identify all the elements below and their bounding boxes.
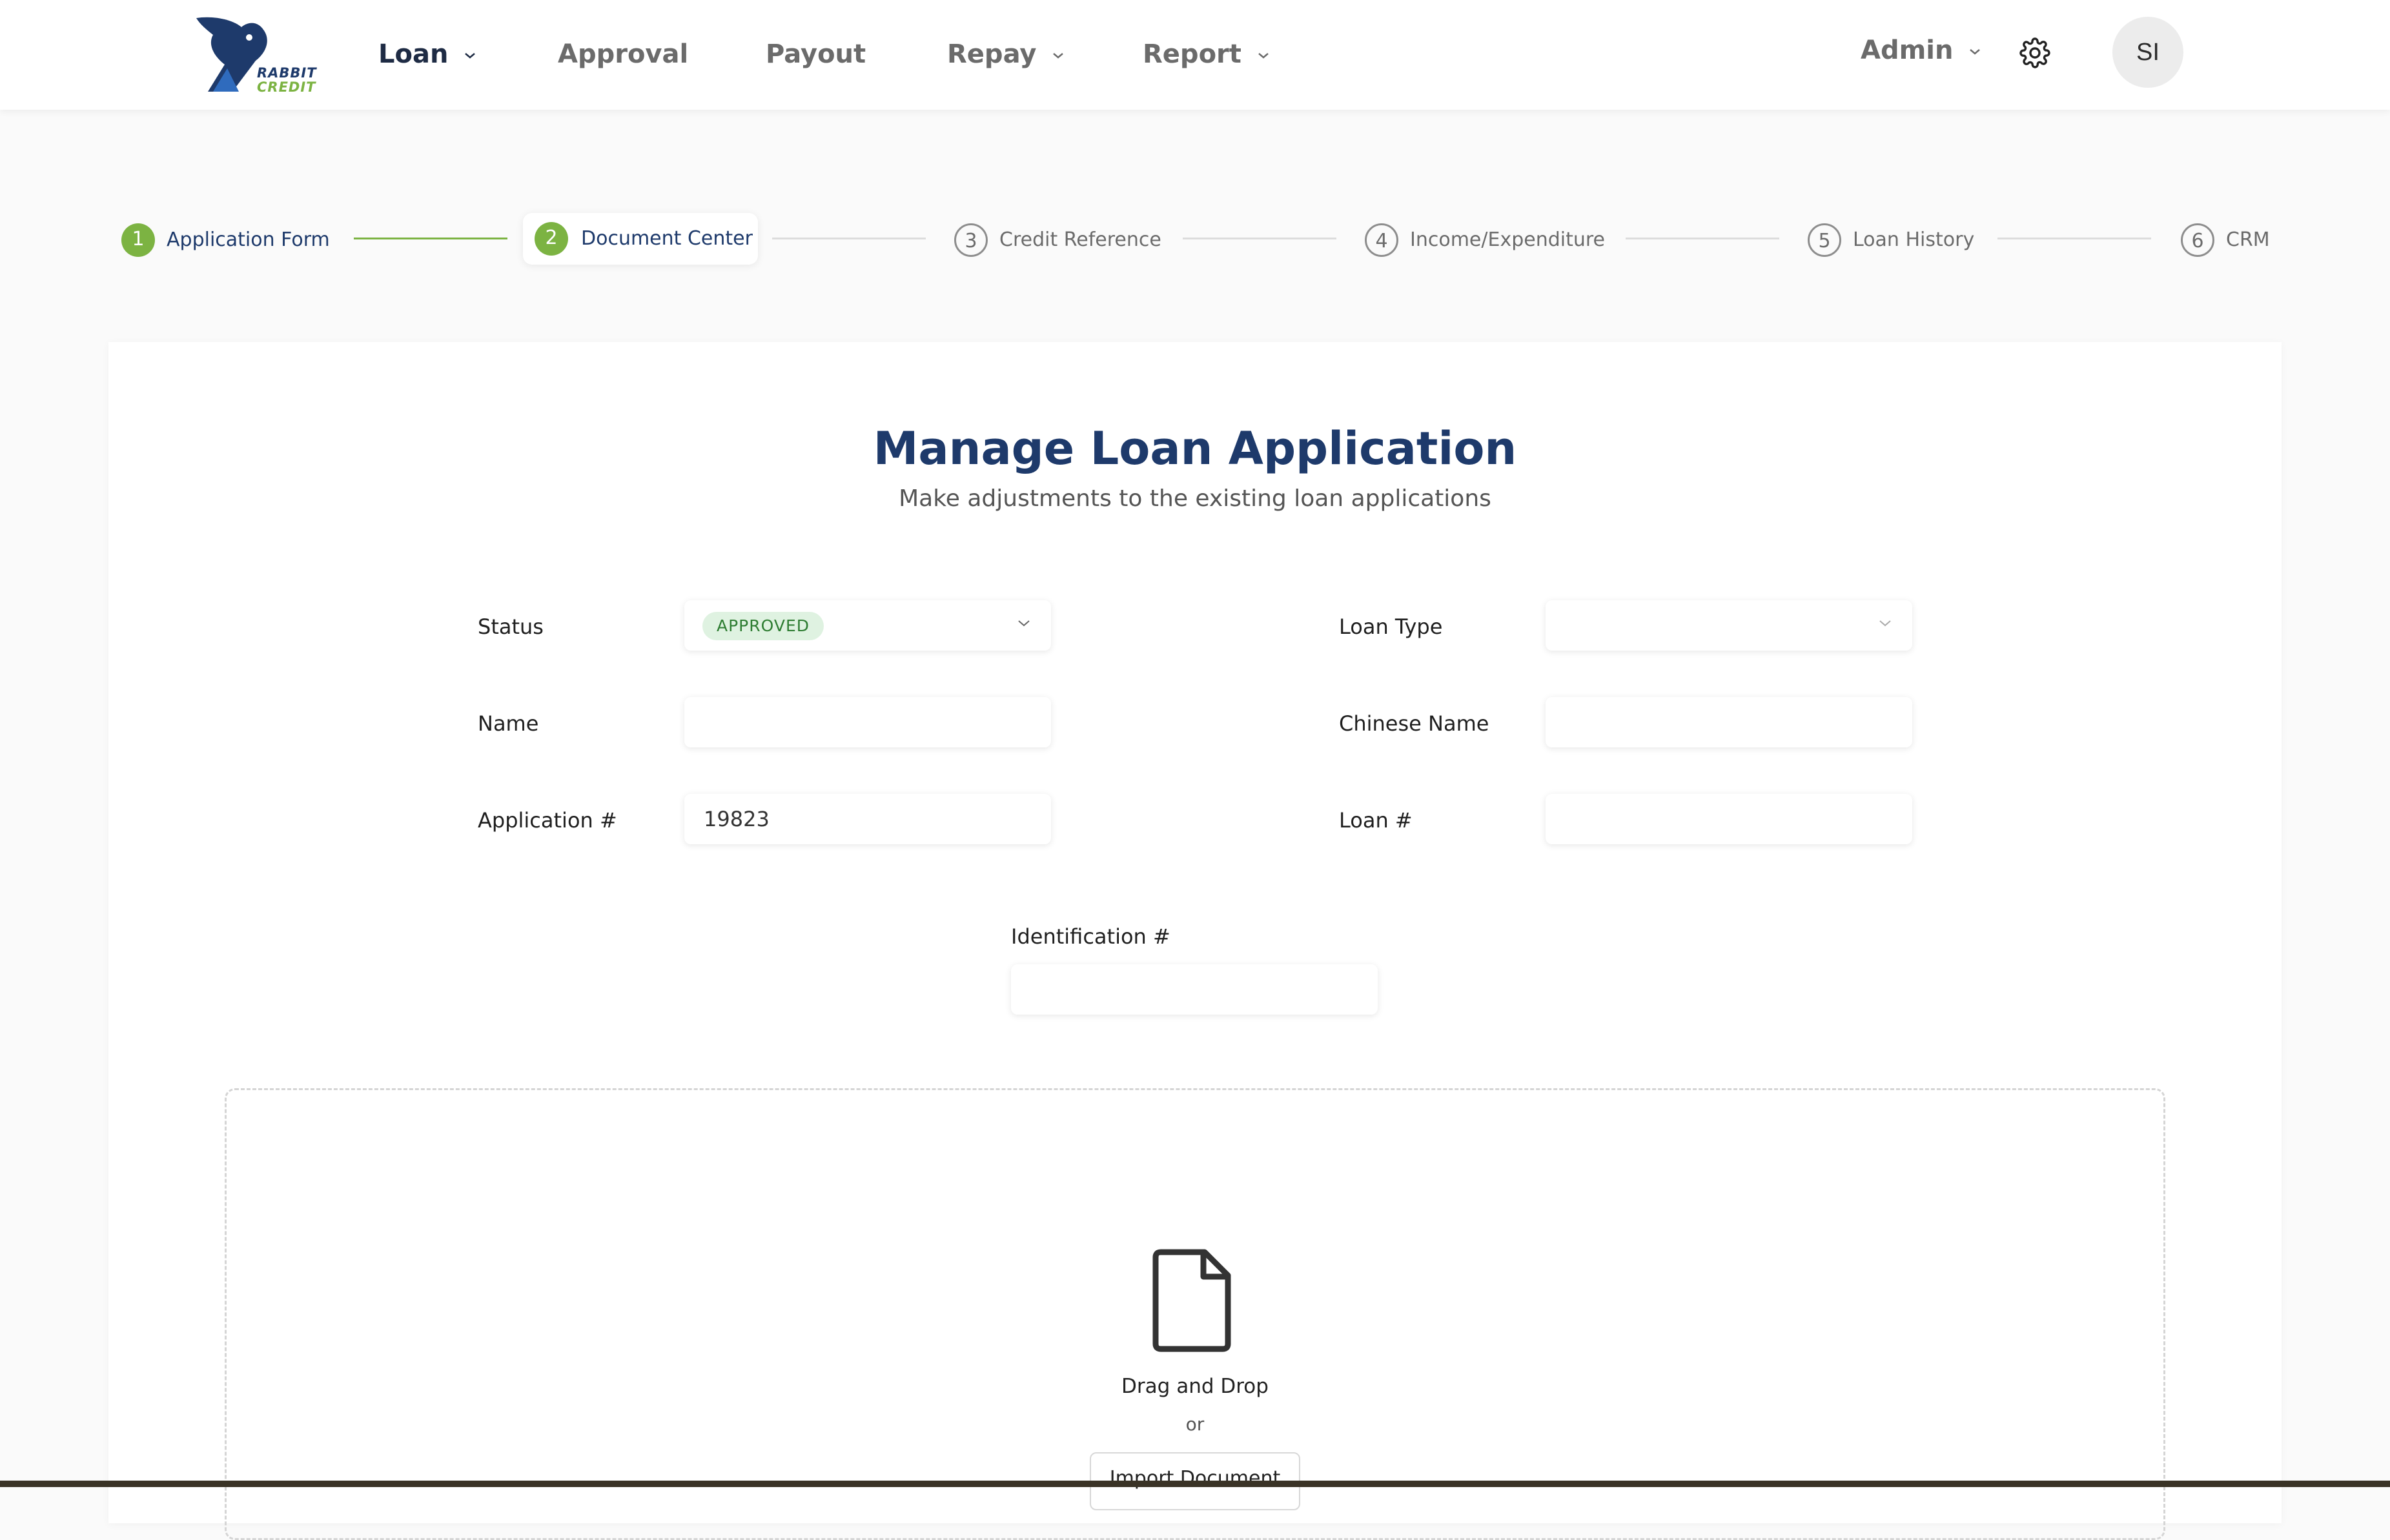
step-number: 6 [2181,223,2214,257]
nav-approval[interactable]: Approval [558,36,688,72]
drag-drop-text: Drag and Drop [1121,1375,1269,1398]
chevron-down-icon [1258,53,1269,59]
step-number: 3 [954,223,988,257]
loan-type-label: Loan Type [1339,614,1443,639]
user-avatar[interactable]: SI [2112,17,2183,88]
nav-report[interactable]: Report [1143,36,1270,72]
application-number-label: Application # [478,808,617,833]
name-input[interactable] [684,697,1051,747]
application-number-value: 19823 [704,807,770,831]
step-credit-reference[interactable]: 3 Credit Reference [954,218,1174,259]
step-number: 4 [1365,223,1398,257]
settings-button[interactable] [2019,37,2050,71]
name-label: Name [478,711,539,736]
step-application-form[interactable]: 1 Application Form [121,218,341,259]
chevron-down-icon [465,53,476,59]
step-label: Credit Reference [999,228,1161,251]
chinese-name-input[interactable] [1546,697,1912,747]
nav-report-label: Report [1143,39,1241,69]
logo-line1: RABBIT [257,65,317,81]
step-document-center[interactable]: 2 Document Center [523,213,758,265]
nav-repay-label: Repay [947,39,1037,69]
chinese-name-label: Chinese Name [1339,711,1489,736]
step-loan-history[interactable]: 5 Loan History [1808,218,1995,259]
nav-approval-label: Approval [558,39,689,69]
loan-number-input[interactable] [1546,794,1912,844]
step-connector [1997,238,2151,239]
step-label: Document Center [581,227,753,250]
top-navbar: RABBIT CREDIT Loan Approval Payout Repay… [0,0,2390,110]
admin-menu[interactable]: Admin [1861,32,1981,68]
progress-stepper: 1 Application Form 2 Document Center 3 C… [0,213,2390,265]
step-label: CRM [2226,228,2270,251]
loan-type-select[interactable] [1546,600,1912,651]
admin-label: Admin [1861,35,1954,65]
nav-payout-label: Payout [766,39,866,69]
loan-number-label: Loan # [1339,808,1413,833]
loan-application-card: Manage Loan Application Make adjustments… [108,342,2282,1540]
chevron-down-icon [1879,620,1891,627]
step-number: 2 [535,222,568,256]
chevron-down-icon [1053,53,1064,59]
gear-icon [2019,37,2050,68]
step-income-expenditure[interactable]: 4 Income/Expenditure [1365,218,1610,259]
status-label: Status [478,614,544,639]
step-connector [1626,238,1779,239]
logo-wordmark: RABBIT CREDIT [257,66,317,94]
chevron-down-icon [1018,620,1030,627]
step-number: 1 [121,223,155,257]
step-connector [354,238,507,239]
file-icon [1148,1246,1238,1358]
step-label: Income/Expenditure [1410,228,1606,251]
identification-number-label: Identification # [1011,924,1170,949]
page-title: Manage Loan Application [873,422,1517,475]
step-crm[interactable]: 6 CRM [2181,218,2278,259]
identification-number-input[interactable] [1011,964,1378,1015]
step-number: 5 [1808,223,1841,257]
application-number-input[interactable]: 19823 [684,794,1051,844]
page-subtitle: Make adjustments to the existing loan ap… [899,485,1491,512]
step-connector [1183,238,1336,239]
status-badge: APPROVED [702,612,824,640]
chevron-down-icon [1970,49,1981,55]
step-label: Loan History [1853,228,1975,251]
or-text: or [1185,1413,1205,1435]
logo-line2: CREDIT [257,79,316,95]
nav-payout[interactable]: Payout [766,36,866,72]
avatar-initials: SI [2136,39,2160,66]
status-select[interactable]: APPROVED [684,600,1051,651]
nav-loan[interactable]: Loan [378,36,476,72]
nav-repay[interactable]: Repay [947,36,1065,72]
nav-loan-label: Loan [378,39,449,69]
step-label: Application Form [167,228,330,251]
rabbit-credit-logo[interactable]: RABBIT CREDIT [194,15,317,94]
window-bottom-edge [0,1481,2390,1487]
step-connector [772,238,926,239]
